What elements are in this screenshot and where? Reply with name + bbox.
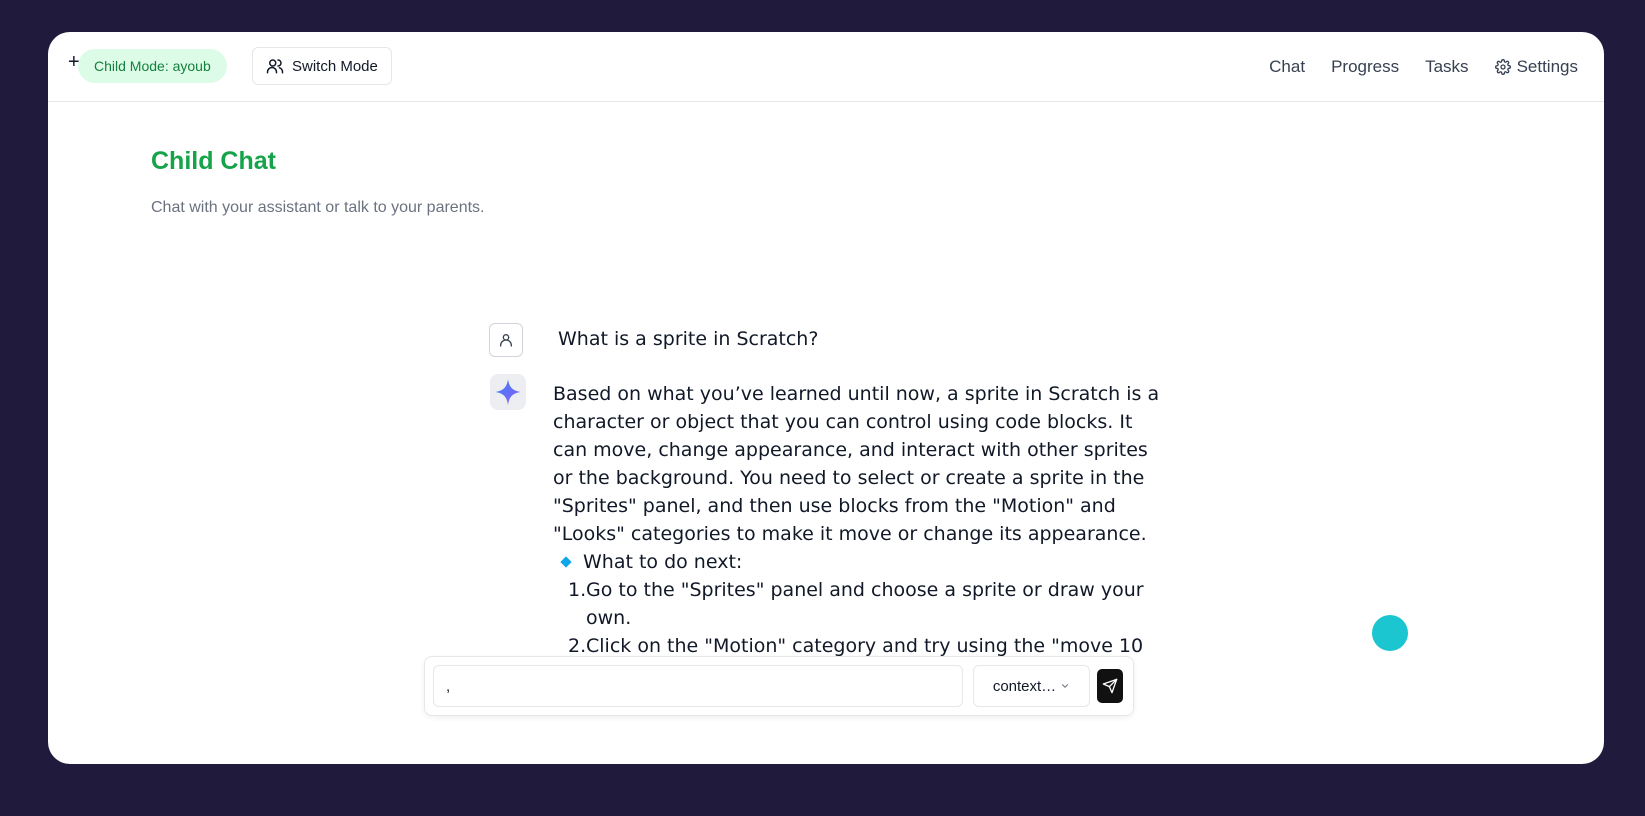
user-avatar <box>489 323 523 357</box>
nav-settings-label: Settings <box>1516 57 1578 76</box>
nav-settings[interactable]: Settings <box>1494 57 1578 77</box>
switch-mode-label: Switch Mode <box>292 57 378 75</box>
next-steps-label: What to do next: <box>583 551 743 573</box>
user-icon <box>500 334 512 347</box>
message-input[interactable] <box>433 665 963 707</box>
child-mode-badge: Child Mode: ayoub <box>78 49 227 83</box>
diamond-bullet-icon <box>560 556 572 568</box>
context-select[interactable]: context… <box>973 665 1090 707</box>
switch-mode-button[interactable]: Switch Mode <box>252 47 392 85</box>
nav-progress[interactable]: Progress <box>1331 57 1399 77</box>
page-title: Child Chat <box>151 147 276 175</box>
app-window: + Child Mode: ayoub Switch Mode Chat Pro… <box>48 32 1604 764</box>
assistant-paragraph: Based on what you’ve learned until now, … <box>553 383 1160 545</box>
next-steps-heading: What to do next: <box>560 548 1163 576</box>
assistant-message: Based on what you’ve learned until now, … <box>553 380 1163 688</box>
assistant-avatar <box>490 374 526 410</box>
step-text: Go to the "Sprites" panel and choose a s… <box>586 579 1144 629</box>
list-item: 1. Go to the "Sprites" panel and choose … <box>568 576 1163 632</box>
context-select-label: context… <box>992 677 1057 695</box>
gear-icon <box>1494 59 1511 75</box>
nav-chat[interactable]: Chat <box>1269 57 1305 77</box>
top-bar: + Child Mode: ayoub Switch Mode Chat Pro… <box>48 32 1604 102</box>
chevron-down-icon <box>1062 684 1069 688</box>
floating-action-dot[interactable] <box>1372 615 1408 651</box>
send-icon <box>1102 678 1118 694</box>
users-icon <box>266 59 284 74</box>
nav-tasks[interactable]: Tasks <box>1425 57 1468 77</box>
send-button[interactable] <box>1097 669 1123 703</box>
message-composer: context… <box>424 656 1134 716</box>
main-nav: Chat Progress Tasks Settings <box>1269 32 1578 102</box>
step-number: 1. <box>568 579 587 601</box>
sparkle-icon <box>495 379 521 405</box>
page-subtitle: Chat with your assistant or talk to your… <box>151 199 485 216</box>
user-message: What is a sprite in Scratch? <box>558 328 819 350</box>
